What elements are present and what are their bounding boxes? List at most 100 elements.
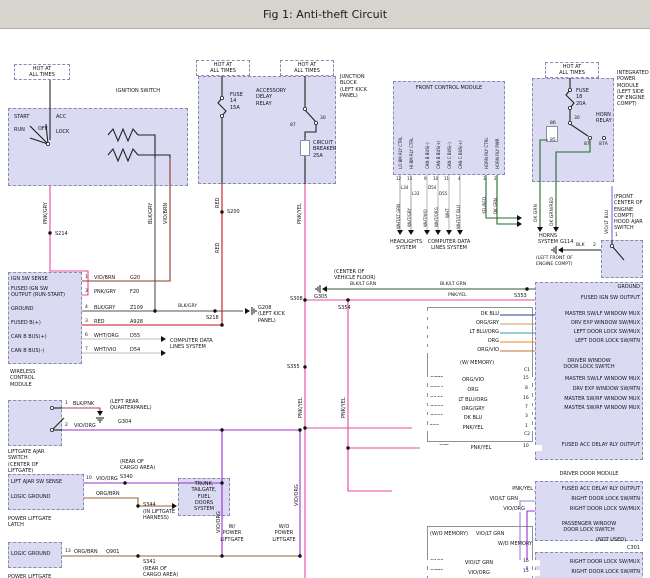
diagram-label: (NOT USED) — [596, 537, 626, 543]
diagram-label: 86 — [550, 121, 556, 127]
ground-g304 — [96, 411, 104, 422]
arrowhead-icon — [435, 230, 441, 235]
arrowhead-icon — [537, 227, 543, 232]
diagram-label: LT BLU/ORG — [358, 329, 500, 335]
diagram-label: D55 — [130, 333, 140, 339]
diagram-label: 87 — [290, 123, 296, 129]
diagram-label: F20 — [130, 289, 139, 295]
diagram-label: 3 — [525, 414, 528, 420]
arrowhead-icon — [408, 230, 414, 235]
contact-point — [303, 107, 306, 110]
diagram-label: 11 — [444, 176, 449, 181]
diagram-label: D54 — [130, 347, 140, 353]
splice-s341: S341 — [143, 559, 156, 565]
diagram-label: LOGIC GROUND — [11, 551, 51, 557]
diagram-label: RED — [215, 243, 221, 253]
arrowhead-icon — [553, 227, 559, 232]
arrowhead-icon — [161, 336, 166, 342]
diagram-label: WHT/ORG — [434, 207, 439, 227]
splice-dot — [303, 426, 306, 429]
diagram-label: ORG/GRY — [358, 320, 500, 326]
diagram-label: PNK/YEL — [297, 203, 303, 224]
diagram-label: WHT/LT GRN — [396, 204, 401, 229]
figure-title: Fig 1: Anti-theft Circuit — [263, 8, 387, 21]
arrowhead-icon — [397, 230, 403, 235]
diagram-label: L33 — [412, 191, 419, 196]
diagram-label: Q901 — [106, 549, 119, 555]
front-control-module-title: FRONT CONTROL MODULE — [389, 85, 509, 91]
wire-bpk — [62, 408, 100, 411]
anti-theft-circuit-diagram: HOT AT ALL TIMESHOT AT ALL TIMESHOT AT A… — [0, 28, 650, 578]
diagram-label: VIO/LT BLU — [605, 210, 611, 234]
diagram-label: VIO/LT GRN — [377, 496, 519, 502]
wire-blk — [108, 149, 138, 161]
ground-g208-label: G208 (LEFT KICK PANEL) — [258, 305, 285, 324]
liftgate-ajar-switch-title: LIFTGATE AJAR SWITCH (CENTER OF LIFTGATE… — [8, 449, 45, 474]
diagram-label: D54 — [428, 185, 436, 190]
diagram-label: HI BM RLY CTRL — [409, 138, 414, 169]
wire-blk — [612, 246, 624, 260]
diagram-label: ORG/VIO — [358, 347, 500, 353]
diagram-label: CAN B BUS(+) — [11, 334, 47, 340]
diagram-label: BLK — [576, 243, 585, 249]
diagram-label: (LEFT FRONT OF ENGINE COMPT) — [536, 256, 573, 267]
diagram-label: 1 — [65, 401, 68, 407]
diagram-label: GROUND — [11, 306, 34, 312]
diagram-label: PNK/GRY — [94, 289, 116, 295]
diagram-label: PNK/YEL — [298, 397, 304, 418]
diagram-label: (REAR OF CARGO AREA) — [143, 566, 178, 578]
contact-point — [50, 428, 53, 431]
splice-s355: S355 — [287, 364, 300, 370]
diagram-label: GROUND — [500, 284, 640, 290]
splice-dot — [303, 298, 306, 301]
diagram-label: DK BLU — [358, 311, 500, 317]
diagram-label: LEFT DOOR LOCK SW/RTN — [500, 338, 640, 344]
diagram-label: RED — [215, 198, 221, 208]
diagram-label: RIGHT DOOR LOCK SW/RTN — [500, 496, 640, 502]
diagram-label: ACCESSORY DELAY RELAY — [256, 88, 286, 107]
junction-block-title: JUNCTION BLOCK (LEFT KICK PANEL) — [340, 74, 367, 99]
splice-s214: S214 — [55, 231, 68, 237]
computer-data-lines-ref-2: COMPUTER DATA LINES SYSTEM — [170, 338, 213, 351]
diagram-label: FUSED IGN SW OUTPUT (RUN-START) — [11, 286, 65, 299]
diagram-label: LOCK — [56, 129, 69, 135]
diagram-label: RIGHT DOOR LOCK SW/MUX — [500, 506, 640, 512]
arrowhead-icon — [517, 221, 522, 227]
contact-point — [314, 121, 317, 124]
arrowhead-icon — [424, 230, 430, 235]
driver-door-module-title: DRIVER DOOR MODULE — [529, 471, 649, 477]
wire-blk — [570, 124, 588, 136]
diagram-label: YEL/RED — [482, 197, 487, 214]
diagram-label: DK GRN — [534, 204, 540, 222]
hot-at-all-times-4: HOT AT ALL TIMES — [512, 64, 632, 77]
splice-dot — [153, 309, 156, 312]
diagram-label: WHT/VIO — [423, 209, 428, 227]
contact-point — [50, 406, 53, 409]
contact-point — [568, 121, 571, 124]
wire-blk — [566, 90, 574, 108]
diagram-label: LOGIC GROUND — [11, 494, 51, 500]
wiring-diagram-page: Fig 1: Anti-theft Circuit HOT AT ALL TIM… — [0, 0, 650, 578]
diagram-label: PNK/GRY — [43, 202, 49, 224]
diagram-label: VIO/LT GRN — [476, 531, 504, 537]
hot-at-all-times-3: HOT AT ALL TIMES — [247, 62, 367, 75]
diagram-label: PNK/YEL — [448, 293, 467, 299]
diagram-label: WHT/LT BLU — [456, 205, 461, 229]
wire-dkg — [540, 140, 548, 228]
diagram-label: 6 — [85, 333, 88, 339]
contact-point — [568, 106, 571, 109]
diagram-label: WHT — [445, 209, 450, 218]
wire-blk — [305, 124, 316, 140]
splice-dot — [220, 428, 223, 431]
contact-point — [602, 136, 605, 139]
arrowhead-icon — [161, 350, 166, 356]
splice-dot — [48, 231, 51, 234]
splice-dot — [220, 323, 223, 326]
diagram-label: RED — [94, 319, 104, 325]
diagram-label: 9 — [424, 176, 427, 181]
splice-s200: S200 — [227, 209, 240, 215]
diagram-label: (LEFT REAR QUARTERPANEL) — [110, 399, 152, 412]
passenger-window-door-lock-switch-title: PASSENGER WINDOW DOOR LOCK SWITCH — [529, 521, 649, 534]
diagram-label: ORG/BRN — [96, 491, 120, 497]
ground-g304-label: G304 — [118, 419, 131, 425]
